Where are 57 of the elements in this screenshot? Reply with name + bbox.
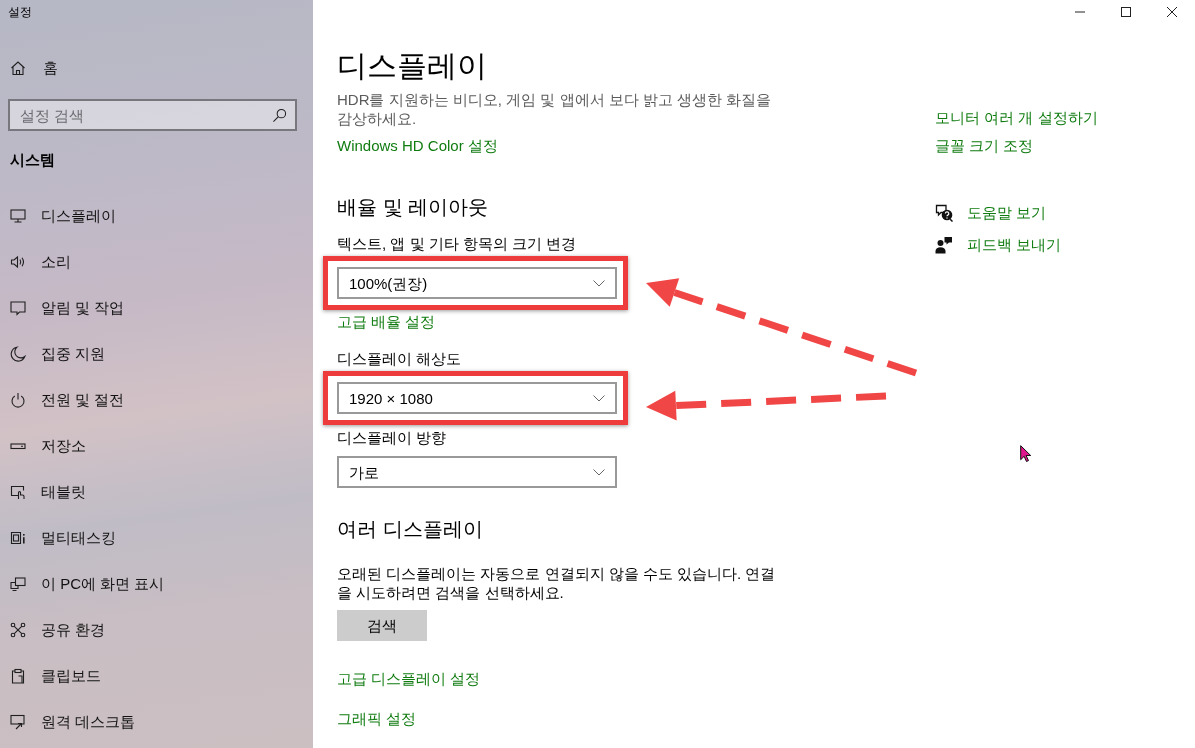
- multitask-icon: [10, 530, 26, 546]
- tablet-touch-icon: [10, 484, 26, 500]
- remote-screen-icon: [10, 714, 26, 730]
- dropdown[interactable]: 100%(권장): [337, 267, 617, 299]
- nav-item[interactable]: 디스플레이: [10, 204, 116, 228]
- nav-item[interactable]: 태블릿: [10, 480, 86, 504]
- nav-item[interactable]: 전원 및 절전: [10, 388, 125, 412]
- window-title: 설정: [8, 4, 32, 20]
- related-link[interactable]: 글꼴 크기 조정: [935, 136, 1034, 155]
- maximize-icon: [1121, 7, 1131, 17]
- clipboard-icon: [10, 668, 26, 684]
- help-link[interactable]: 피드백 보내기: [935, 235, 1062, 255]
- settings-link[interactable]: 고급 배율 설정: [337, 312, 436, 331]
- speech-bubble-icon: [10, 300, 26, 316]
- search-icon: [272, 108, 287, 123]
- speaker-icon: [10, 254, 26, 270]
- field-label: 디스플레이 해상도: [337, 349, 462, 368]
- nav-item[interactable]: 알림 및 작업: [10, 296, 125, 320]
- nav-item[interactable]: 저장소: [10, 434, 86, 458]
- person-icon: [935, 236, 953, 254]
- nav-item[interactable]: 원격 데스크톱: [10, 710, 136, 734]
- search-field[interactable]: 설정 검색: [8, 99, 297, 131]
- field-label: 텍스트, 앱 및 기타 항목의 크기 변경: [337, 234, 577, 253]
- cursor-icon: [1020, 445, 1031, 462]
- help-link[interactable]: 도움말 보기: [935, 203, 1047, 223]
- nav-item[interactable]: 이 PC에 화면 표시: [10, 572, 165, 596]
- chevron-icon: [593, 468, 605, 476]
- chevron-icon: [593, 279, 605, 287]
- home-nav-item[interactable]: 홈: [10, 56, 58, 80]
- nav-item[interactable]: 집중 지원: [10, 342, 106, 366]
- section-title: 시스템: [10, 150, 55, 170]
- section-heading: 배율 및 레이아웃: [337, 195, 489, 220]
- home-icon: [10, 60, 26, 76]
- description-text: HDR를 지원하는 비디오, 게임 및 앱에서 보다 밝고 생생한 화질을 감상하세요.: [337, 90, 773, 128]
- nav-item[interactable]: 멀티태스킹: [10, 526, 116, 550]
- settings-link[interactable]: Windows HD Color 설정: [337, 136, 498, 155]
- settings-link[interactable]: 그래픽 설정: [337, 709, 417, 728]
- help-bubble-icon: [935, 204, 953, 222]
- screens-icon: [10, 576, 26, 592]
- nav-item[interactable]: 공유 환경: [10, 618, 106, 642]
- moon-icon: [10, 346, 26, 362]
- dropdown[interactable]: 가로: [337, 456, 617, 488]
- search-button[interactable]: 검색: [337, 610, 427, 641]
- field-label: 디스플레이 방향: [337, 428, 447, 447]
- nav-item[interactable]: 소리: [10, 250, 71, 274]
- monitor-icon: [10, 208, 26, 224]
- related-link[interactable]: 모니터 여러 개 설정하기: [935, 108, 1098, 127]
- paragraph-text: 오래된 디스플레이는 자동으로 연결되지 않을 수도 있습니다. 연결을 시도하려면 검색을 선택하세요.: [337, 564, 777, 602]
- section-heading: 여러 디스플레이: [337, 517, 483, 542]
- nodes-icon: [10, 622, 26, 638]
- chevron-icon: [593, 394, 605, 402]
- close-icon: [1167, 7, 1177, 17]
- dropdown[interactable]: 1920 × 1080: [337, 382, 617, 414]
- power-icon: [10, 392, 26, 408]
- settings-link[interactable]: 고급 디스플레이 설정: [337, 669, 481, 688]
- page-title: 디스플레이: [337, 48, 487, 84]
- nav-item[interactable]: 클립보드: [10, 664, 101, 688]
